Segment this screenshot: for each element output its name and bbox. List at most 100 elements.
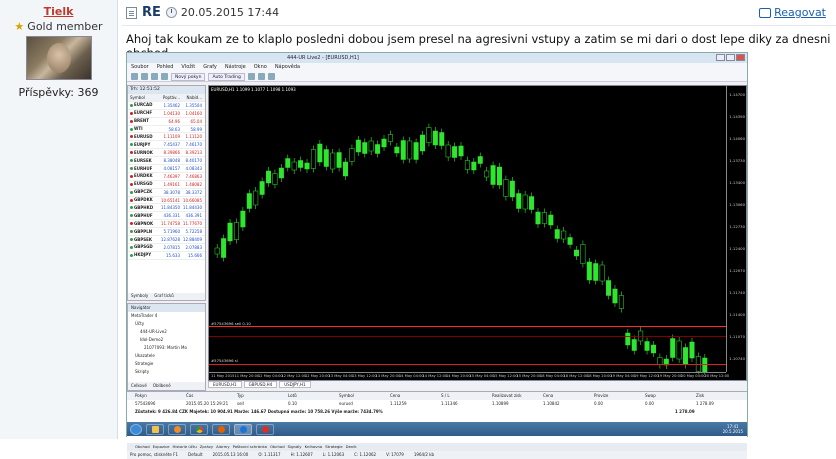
candle-body: [516, 193, 522, 209]
auto-trading-button: Auto Trading: [208, 72, 245, 81]
candle-body: [458, 145, 464, 157]
ask-cell: 7.46170: [185, 142, 202, 148]
avatar: [25, 36, 92, 80]
taskbar-mt4-icon: [234, 423, 252, 435]
symbol-cell: GBPSEK: [128, 236, 158, 243]
symbol: EURCAD: [134, 102, 153, 108]
terminal-col-header: Symbol: [339, 393, 354, 398]
up-dot-icon: [130, 253, 133, 257]
price-tick-label: 1.13730: [729, 158, 745, 163]
symbol-cell: EURJPY: [128, 141, 158, 148]
candle-body: [259, 181, 265, 195]
time-tick-label: 15 May 20:00: [516, 374, 542, 378]
time-tick-label: 14 May 12:00: [422, 374, 448, 378]
col-header: Nabíd...: [186, 95, 202, 100]
status-field: H: 1.12607: [290, 452, 313, 457]
bid-cell: 15.633: [166, 252, 180, 258]
symbol-cell: GBPHKD: [128, 204, 158, 211]
nav-item: Idol-Demo2: [140, 337, 164, 342]
ask-cell: 1.48082: [185, 181, 202, 187]
market-watch-row: HKDJPY 15.633 15.666: [128, 252, 205, 260]
symbol-cell: WTI: [128, 126, 158, 133]
reply-link[interactable]: Reagovat: [759, 6, 826, 19]
terminal-tab: Zprávy: [199, 444, 214, 449]
down-dot-icon: [130, 222, 133, 226]
status-field: Default: [188, 452, 203, 457]
symbol: EURNOK: [134, 149, 153, 155]
attached-screenshot[interactable]: 444-UR Live2 - [EURUSD,H1] Soubor Pohled…: [126, 52, 748, 459]
order-price-line: [209, 336, 726, 337]
terminal-cell: 57543696: [135, 401, 156, 406]
terminal-panel: Pokyn Čas Typ Lotů Symbol Cena S / L Realizovat…: [127, 391, 747, 451]
candle-body: [426, 127, 432, 143]
candle-body: [503, 179, 509, 197]
reply-icon: [759, 7, 772, 18]
navigator-tabs: Celkové Oblíbené: [128, 382, 205, 390]
candle-body: [541, 212, 547, 224]
candle-body: [349, 148, 355, 162]
time-tick-label: 19 May 20:00: [657, 374, 683, 378]
taskbar-mediaplayer-icon: [168, 423, 186, 435]
bid-cell: 1.04130: [163, 110, 180, 116]
candle-body: [702, 357, 708, 373]
username-link[interactable]: Tielk: [0, 5, 117, 18]
terminal-col-header: Realizovat zisk: [492, 393, 522, 398]
time-tick-label: 19 May 12:00: [634, 374, 659, 378]
symbol: EURJPY: [134, 141, 151, 147]
candle-body: [452, 146, 458, 158]
status-field: V: 17079: [386, 452, 404, 457]
terminal-tab: Obchod: [135, 444, 150, 449]
ask-cell: 38.3372: [185, 189, 202, 195]
toolbar-icon: [267, 73, 275, 80]
menu-item: Nápověda: [274, 64, 301, 70]
chart-tab: GBPUSD,H4: [243, 381, 278, 388]
clock-date: 20.5.2015: [722, 429, 743, 434]
symbol-cell: GBPNOK: [128, 220, 158, 227]
terminal-cell: 1.11346: [441, 401, 458, 406]
stop-loss-label: #57543696 sl: [211, 358, 238, 363]
taskbar-chrome-icon: [190, 423, 208, 435]
time-tick-label: 15 May 04:00: [469, 374, 495, 378]
terminal-col-header: Cena: [543, 393, 554, 398]
symbol-cell: EURCAD: [128, 102, 158, 109]
ask-cell: 1.11120: [185, 134, 202, 140]
terminal-col-header: Zisk: [696, 393, 705, 398]
candle-body: [343, 161, 349, 177]
nav-item: Účty: [135, 321, 145, 326]
minimize-icon: [716, 54, 725, 61]
up-dot-icon: [130, 166, 133, 170]
candle-body: [240, 210, 246, 228]
time-tick-label: 13 May 04:00: [328, 374, 354, 378]
terminal-col-header: S / L: [441, 393, 450, 398]
mt4-titlebar: 444-UR Live2 - [EURUSD,H1]: [127, 53, 747, 63]
down-dot-icon: [130, 174, 133, 178]
terminal-col-header: Čas: [186, 393, 194, 398]
bid-cell: 8.38048: [163, 158, 180, 164]
menu-item: Okno: [253, 64, 267, 70]
symbol-cell: EURSEK: [128, 157, 158, 164]
chart-tabs: EURUSD,H1 GBPUSD,H4 USDJPY,H1: [208, 381, 747, 388]
candle-body: [285, 158, 291, 168]
terminal-row: 57543696 2015.05.20 15:29:21 sell 0.10 eurus…: [127, 400, 747, 408]
symbol: GBPHKD: [134, 204, 154, 210]
terminal-tab: Historie účtu: [172, 444, 197, 449]
symbol: BRENT: [134, 118, 149, 124]
symbol: EURUSD: [134, 133, 153, 139]
status-field: O: 1.11317: [258, 452, 281, 457]
bid-cell: 64.96: [168, 118, 180, 124]
candle-body: [676, 340, 682, 360]
taskbar-firefox-icon: [212, 423, 230, 435]
nav-item: Strategie: [135, 361, 154, 366]
candle-body: [561, 230, 567, 240]
candle-body: [227, 222, 233, 242]
bid-cell: 1.49161: [163, 181, 180, 187]
candle-body: [529, 196, 535, 210]
candle-body: [580, 244, 586, 264]
candle-body: [323, 149, 329, 167]
price-tick-label: 1.14390: [729, 114, 745, 119]
candle-body: [554, 229, 560, 239]
close-icon: [736, 54, 745, 61]
terminal-tab: Expozice: [152, 444, 170, 449]
terminal-tab: Deník: [345, 444, 357, 449]
candle-body: [330, 152, 336, 170]
